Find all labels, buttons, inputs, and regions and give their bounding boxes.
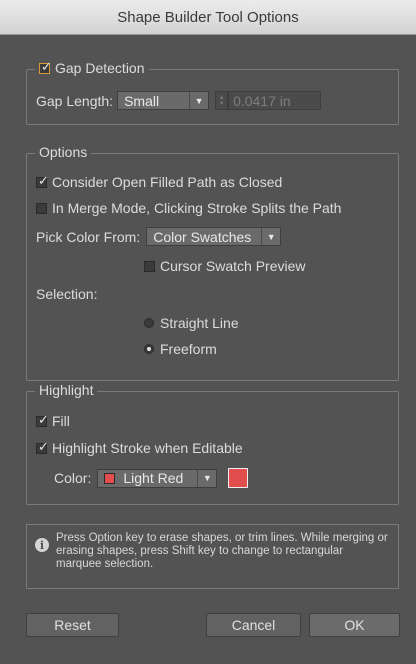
gap-detection-label: Gap Detection — [55, 60, 145, 76]
info-text: Press Option key to erase shapes, or tri… — [56, 532, 388, 570]
gap-detection-checkbox[interactable]: ✓ — [39, 58, 52, 74]
dialog-body: ✓ Gap Detection Gap Length: Small ▼ ▲ ▼ 0… — [0, 35, 416, 664]
window-titlebar: Shape Builder Tool Options — [0, 0, 416, 35]
ok-button[interactable]: OK — [309, 613, 400, 637]
reset-button[interactable]: Reset — [26, 613, 119, 637]
checkmark-icon: ✓ — [38, 411, 49, 427]
checkmark-icon: ✓ — [41, 58, 52, 74]
freeform-radio[interactable] — [144, 344, 154, 354]
gap-detection-legend[interactable]: ✓ Gap Detection — [35, 60, 149, 76]
chevron-down-icon: ▼ — [202, 473, 212, 483]
selection-label: Selection: — [36, 286, 98, 302]
color-label: Color: — [54, 470, 92, 486]
pick-color-label: Pick Color From: — [36, 228, 141, 245]
gap-length-label: Gap Length: — [36, 92, 114, 109]
gap-length-value: Small — [124, 92, 160, 109]
freeform-label: Freeform — [160, 341, 217, 357]
info-icon: i — [35, 538, 49, 552]
highlight-stroke-checkbox[interactable]: ✓ — [36, 438, 49, 454]
options-legend: Options — [35, 144, 92, 160]
gap-length-select[interactable]: Small ▼ — [117, 91, 210, 110]
gap-detection-group: ✓ Gap Detection Gap Length: Small ▼ ▲ ▼ 0… — [26, 60, 399, 125]
highlight-legend: Highlight — [35, 382, 98, 398]
straight-line-option[interactable]: Straight Line — [144, 315, 239, 331]
open-filled-checkbox[interactable]: ✓ — [36, 172, 49, 188]
checkmark-icon: ✓ — [38, 438, 49, 454]
options-group: Options ✓ Consider Open Filled Path as C… — [26, 144, 399, 381]
color-chip — [104, 472, 116, 484]
highlight-stroke-option[interactable]: ✓ Highlight Stroke when Editable — [36, 440, 243, 456]
freeform-option[interactable]: Freeform — [144, 341, 217, 357]
chevron-down-icon: ▼ — [194, 95, 204, 106]
fill-checkbox[interactable]: ✓ — [36, 411, 49, 427]
cancel-button[interactable]: Cancel — [206, 613, 301, 637]
gap-length-input[interactable]: 0.0417 in — [228, 91, 322, 110]
open-filled-option[interactable]: ✓ Consider Open Filled Path as Closed — [36, 174, 282, 190]
highlight-stroke-label: Highlight Stroke when Editable — [52, 440, 243, 456]
window-title: Shape Builder Tool Options — [117, 8, 299, 26]
color-row: Color: Light Red ▼ — [54, 468, 249, 488]
gap-length-stepper[interactable]: ▲ ▼ — [215, 91, 229, 110]
chevron-down-icon: ▼ — [266, 231, 276, 242]
merge-mode-checkbox[interactable] — [36, 202, 47, 214]
gap-length-row: Gap Length: Small ▼ ▲ ▼ 0.0417 in — [36, 91, 322, 110]
radio-selected-dot — [147, 347, 151, 351]
fill-option[interactable]: ✓ Fill — [36, 413, 70, 429]
pick-color-value: Color Swatches — [153, 228, 252, 245]
merge-mode-label: In Merge Mode, Clicking Stroke Splits th… — [52, 200, 342, 216]
highlight-group: Highlight ✓ Fill ✓ Highlight Stroke when… — [26, 382, 399, 505]
color-swatch-button[interactable] — [228, 468, 249, 488]
straight-line-label: Straight Line — [160, 315, 239, 331]
color-select[interactable]: Light Red ▼ — [97, 468, 218, 488]
cursor-preview-checkbox[interactable] — [144, 260, 155, 272]
fill-label: Fill — [52, 413, 70, 429]
color-value: Light Red — [123, 470, 184, 486]
checkmark-icon: ✓ — [38, 172, 49, 188]
pick-color-row: Pick Color From: Color Swatches ▼ — [36, 227, 282, 246]
selection-label-row: Selection: — [36, 286, 97, 302]
pick-color-select[interactable]: Color Swatches ▼ — [146, 227, 282, 246]
merge-mode-option[interactable]: In Merge Mode, Clicking Stroke Splits th… — [36, 200, 341, 216]
straight-line-radio[interactable] — [144, 318, 154, 328]
open-filled-label: Consider Open Filled Path as Closed — [52, 174, 283, 190]
cursor-preview-label: Cursor Swatch Preview — [160, 258, 306, 274]
cursor-preview-option[interactable]: Cursor Swatch Preview — [144, 258, 306, 274]
info-box: i Press Option key to erase shapes, or t… — [26, 524, 399, 589]
